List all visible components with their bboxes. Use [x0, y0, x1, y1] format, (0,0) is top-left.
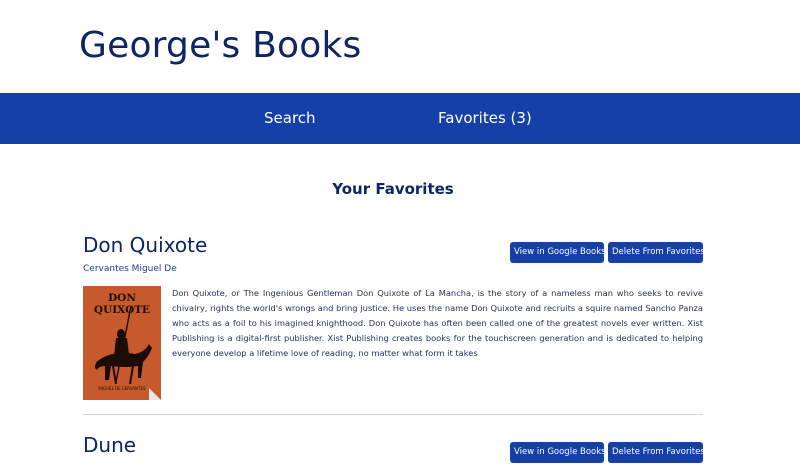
- book-title: Dune: [83, 433, 137, 457]
- site-title: George's Books: [79, 25, 362, 66]
- view-in-google-books-button[interactable]: View in Google Books: [510, 442, 606, 463]
- knight-silhouette-icon: [95, 305, 152, 385]
- book-title: Don Quixote: [83, 233, 208, 257]
- site-header: George's Books: [0, 0, 800, 93]
- page-curl-icon: [149, 388, 161, 400]
- nav-search-link[interactable]: Search: [264, 93, 316, 144]
- book-card: Don Quixote Cervantes Miguel De View in …: [83, 232, 705, 415]
- delete-from-favorites-button[interactable]: Delete From Favorites: [608, 442, 705, 463]
- section-title: Your Favorites: [332, 180, 454, 198]
- nav-favorites-link[interactable]: Favorites (3): [438, 93, 532, 144]
- book-description: Don Quixote, or The Ingenious Gentleman …: [172, 288, 703, 358]
- book-card: Dune View in Google Books Delete From Fa…: [83, 432, 705, 472]
- delete-from-favorites-button[interactable]: Delete From Favorites: [608, 242, 705, 263]
- view-in-google-books-button[interactable]: View in Google Books: [510, 242, 606, 263]
- navbar: Search Favorites (3): [0, 93, 800, 144]
- book-cover-image: DON QUIXOTE MIGUEL DE CERVANTES: [83, 286, 161, 400]
- book-author: Cervantes Miguel De: [83, 264, 177, 274]
